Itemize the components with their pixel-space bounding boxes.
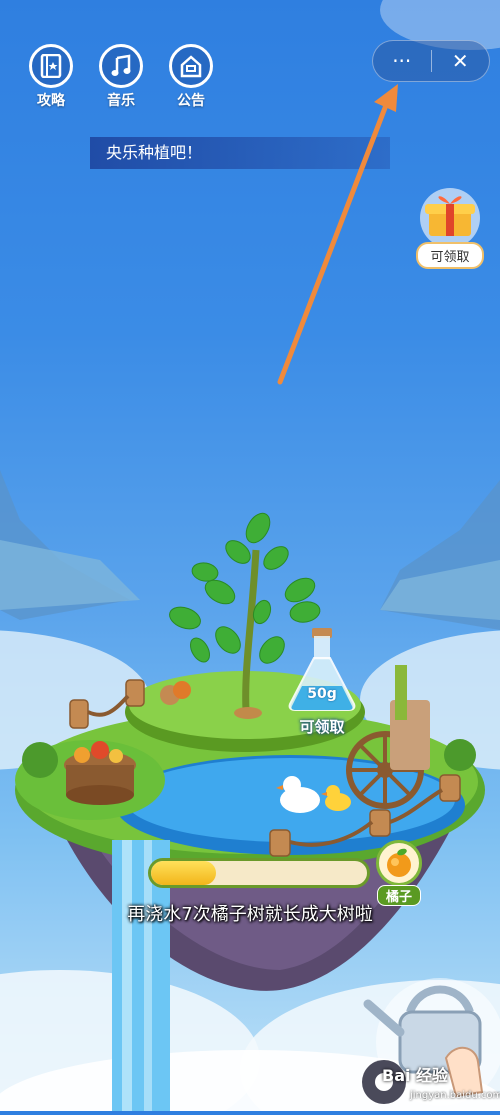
flask-amount: 50g [307,686,337,702]
watering-can-button[interactable] [360,962,500,1111]
close-button[interactable]: ✕ [432,41,490,81]
gift-label: 可领取 [416,242,484,269]
fertilizer-flask-button[interactable]: 50g 可领取 [284,628,360,737]
baidu-watermark-url: jingyan.baidu.com [410,1090,500,1101]
notice-label: 公告 [177,93,205,109]
music-button[interactable]: 音乐 [96,44,146,110]
annotation-arrow [277,84,398,385]
gift-box-icon [420,188,480,248]
flask-claim-label: 可领取 [299,718,345,736]
growth-progress-fill [151,861,216,885]
orange-icon [376,840,422,886]
more-dots-icon: ··· [392,49,412,73]
more-button[interactable]: ··· [373,41,431,81]
mini-program-capsule: ··· ✕ [372,40,490,82]
notice-button[interactable]: 公告 [166,44,216,110]
fruit-badge[interactable]: 橘子 [372,840,426,906]
music-label: 音乐 [107,93,135,109]
banner-text: 央乐种植吧！ [106,143,203,162]
baidu-watermark: Bai 经验 [382,1066,449,1085]
music-note-icon [99,44,143,88]
guide-label: 攻略 [37,93,65,109]
guide-button[interactable]: 攻略 [26,44,76,110]
gift-reward-button[interactable]: 可领取 [410,188,490,269]
watering-hint: 再浇水7次橘子树就长成大树啦 [127,904,373,925]
book-icon [29,44,73,88]
watering-can-icon [362,978,500,1106]
home-icon [169,44,213,88]
growth-progress-bar [148,858,370,888]
close-icon: ✕ [451,49,469,73]
